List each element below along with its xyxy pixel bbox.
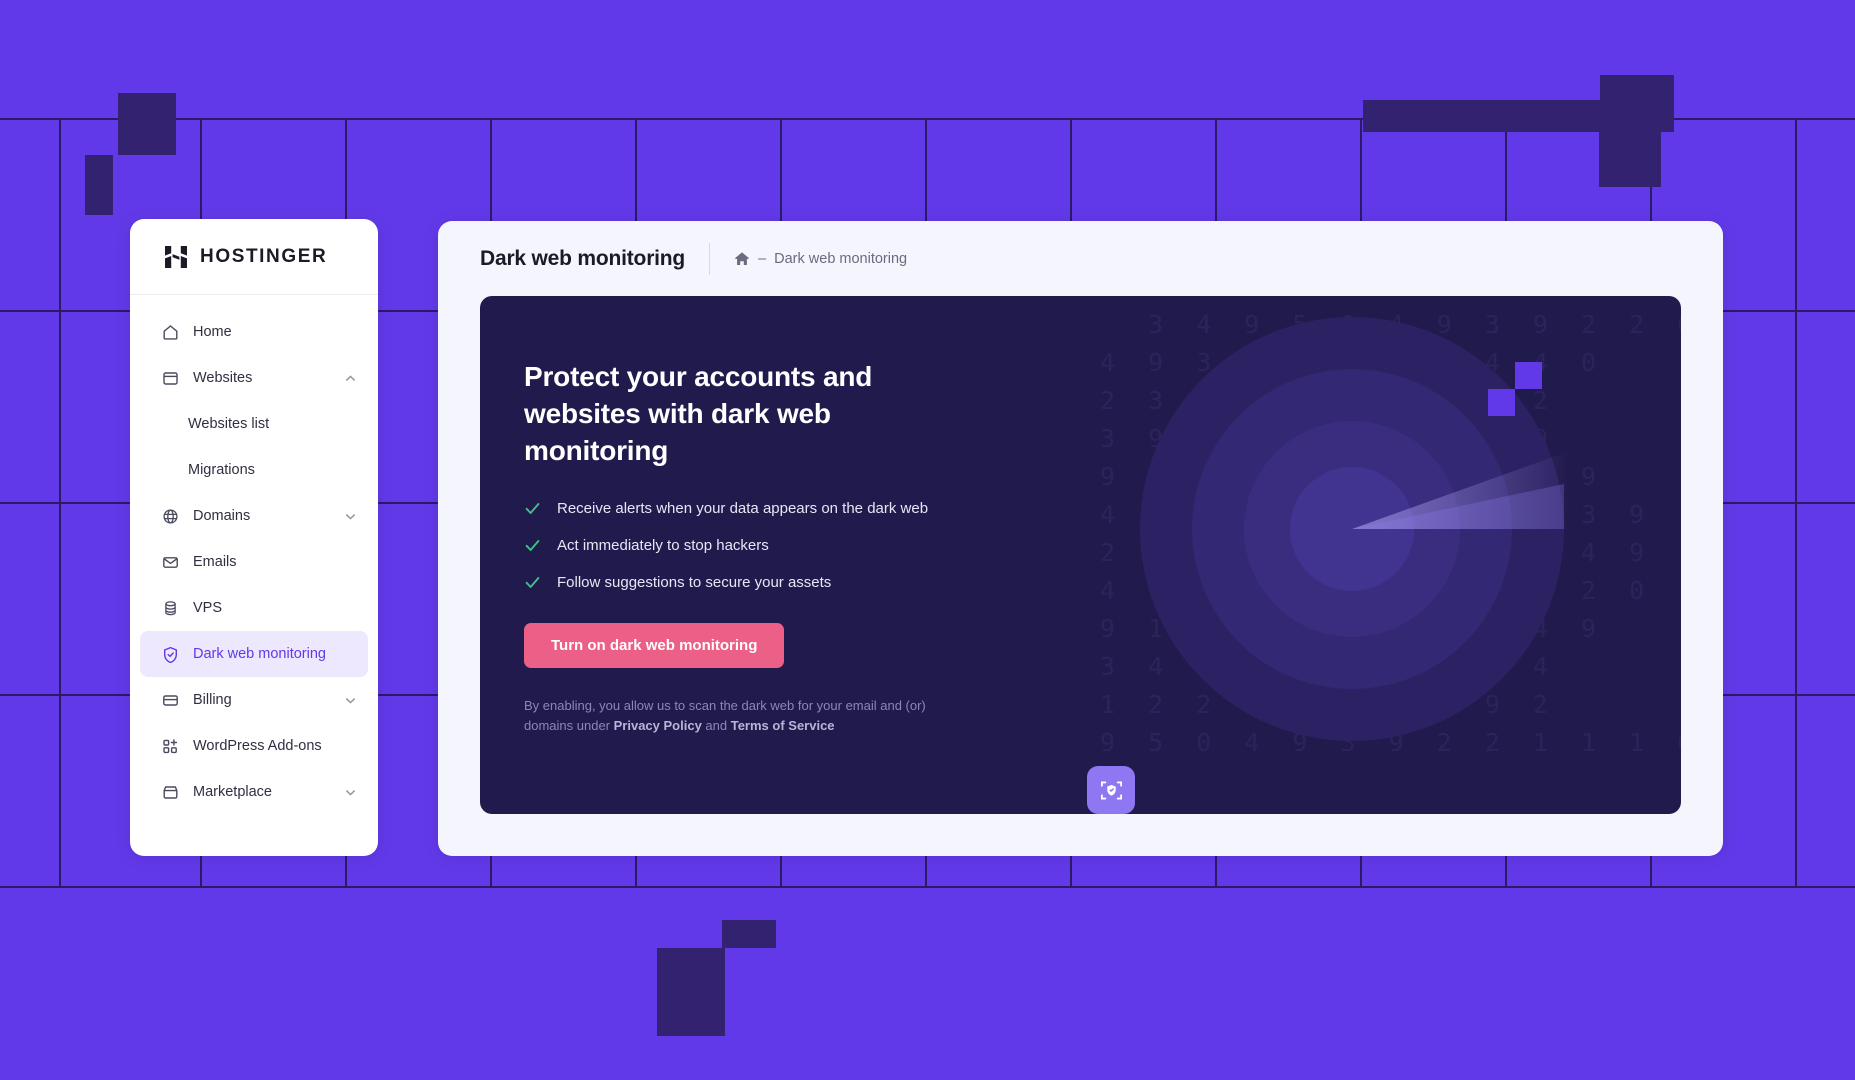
decor-block-3: [1600, 75, 1674, 132]
sidebar-item-label: Emails: [193, 554, 237, 570]
sidebar-item-label: Websites list: [188, 416, 270, 432]
sidebar-item-home[interactable]: Home: [140, 309, 368, 355]
sidebar-item-billing[interactable]: Billing: [140, 677, 368, 723]
terms-of-service-link[interactable]: Terms of Service: [731, 718, 835, 733]
decor-block-0: [118, 93, 176, 155]
page-header: Dark web monitoring – Dark web monitorin…: [438, 221, 1723, 296]
brand-name: HOSTINGER: [200, 245, 328, 267]
hero-disclaimer: By enabling, you allow us to scan the da…: [524, 696, 944, 736]
sidebar-item-label: WordPress Add-ons: [193, 738, 322, 754]
hero-bullet: Receive alerts when your data appears on…: [524, 500, 994, 517]
sidebar-item-label: Dark web monitoring: [193, 646, 326, 662]
credit-card-icon: [163, 694, 178, 706]
sidebar-item-label: VPS: [193, 600, 223, 616]
sidebar-item-label: Home: [193, 324, 232, 340]
decor-block-5: [722, 920, 776, 948]
home-icon: [163, 324, 178, 340]
chevron-up-icon[interactable]: [345, 373, 356, 384]
hero-bullet-text: Follow suggestions to secure your assets: [557, 573, 832, 591]
window-icon: [163, 371, 178, 385]
hero-bullet-text: Act immediately to stop hackers: [557, 536, 769, 554]
globe-icon: [163, 508, 178, 524]
sidebar-item-label: Marketplace: [193, 784, 272, 800]
hero-square-1: [1515, 362, 1542, 389]
scan-shield-tile: [1087, 766, 1135, 814]
check-icon: [525, 502, 540, 514]
page-root: HOSTINGER Home Websites Websites list Migra…: [0, 0, 1855, 1080]
brand-logo[interactable]: HOSTINGER: [130, 219, 378, 295]
sidebar-item-vps[interactable]: VPS: [140, 585, 368, 631]
sidebar-item-emails[interactable]: Emails: [140, 539, 368, 585]
chevron-down-icon[interactable]: [345, 695, 356, 706]
shield-check-icon: [164, 646, 177, 663]
chevron-down-icon[interactable]: [345, 511, 356, 522]
sidebar: HOSTINGER Home Websites Websites list Migra…: [130, 219, 378, 856]
sidebar-item-websites-list[interactable]: Websites list: [140, 401, 368, 447]
hero-bullet-text: Receive alerts when your data appears on…: [557, 499, 929, 517]
hero-copy: Protect your accounts and websites with …: [524, 358, 994, 736]
sidebar-item-wordpress-add-ons[interactable]: WordPress Add-ons: [140, 723, 368, 769]
hero-heading: Protect your accounts and websites with …: [524, 361, 873, 467]
radar-scan-graphic: [1140, 317, 1567, 741]
sidebar-item-label: Billing: [193, 692, 232, 708]
sidebar-item-dark-web-monitoring[interactable]: Dark web monitoring: [140, 631, 368, 677]
hero-bullet: Act immediately to stop hackers: [524, 537, 994, 554]
decor-block-4: [1599, 132, 1661, 187]
home-icon[interactable]: [734, 251, 750, 267]
envelope-icon: [163, 556, 178, 568]
hero-bullet: Follow suggestions to secure your assets: [524, 574, 994, 591]
server-icon: [165, 600, 176, 615]
sidebar-item-websites[interactable]: Websites: [140, 355, 368, 401]
decor-block-1: [85, 155, 113, 215]
header-divider: [709, 242, 711, 275]
sidebar-item-migrations[interactable]: Migrations: [140, 447, 368, 493]
hero-bullets: Receive alerts when your data appears on…: [524, 500, 994, 591]
breadcrumb-current[interactable]: Dark web monitoring: [774, 251, 907, 267]
sidebar-item-label: Migrations: [188, 462, 255, 478]
privacy-policy-link[interactable]: Privacy Policy: [614, 718, 702, 733]
decor-block-6: [657, 948, 725, 1036]
hero-square-2: [1488, 389, 1515, 416]
hostinger-logo-icon: [165, 245, 187, 268]
disclaimer-text-mid: and: [701, 717, 731, 733]
sidebar-item-label: Websites: [193, 370, 253, 386]
breadcrumb-dash: –: [758, 250, 767, 267]
check-icon: [525, 576, 540, 588]
turn-on-monitoring-button[interactable]: Turn on dark web monitoring: [524, 622, 785, 668]
page-title: Dark web monitoring: [480, 246, 686, 270]
check-icon: [525, 539, 540, 551]
grid-plus-icon: [163, 738, 178, 753]
sidebar-item-domains[interactable]: Domains: [140, 493, 368, 539]
sidebar-item-marketplace[interactable]: Marketplace: [140, 769, 368, 815]
breadcrumb: – Dark web monitoring: [734, 251, 907, 267]
sidebar-nav: Home Websites Websites list Migrations Domai…: [130, 295, 378, 815]
chevron-down-icon[interactable]: [345, 787, 356, 798]
main-panel: Dark web monitoring – Dark web monitorin…: [438, 221, 1723, 856]
sidebar-item-label: Domains: [193, 508, 251, 524]
dark-web-hero-card: 3 4 9 5 0 4 9 3 9 2 2 0 4 9 3 9 9 2 2 0 …: [480, 296, 1681, 814]
scan-shield-icon: [1100, 781, 1122, 799]
storefront-icon: [163, 785, 178, 799]
